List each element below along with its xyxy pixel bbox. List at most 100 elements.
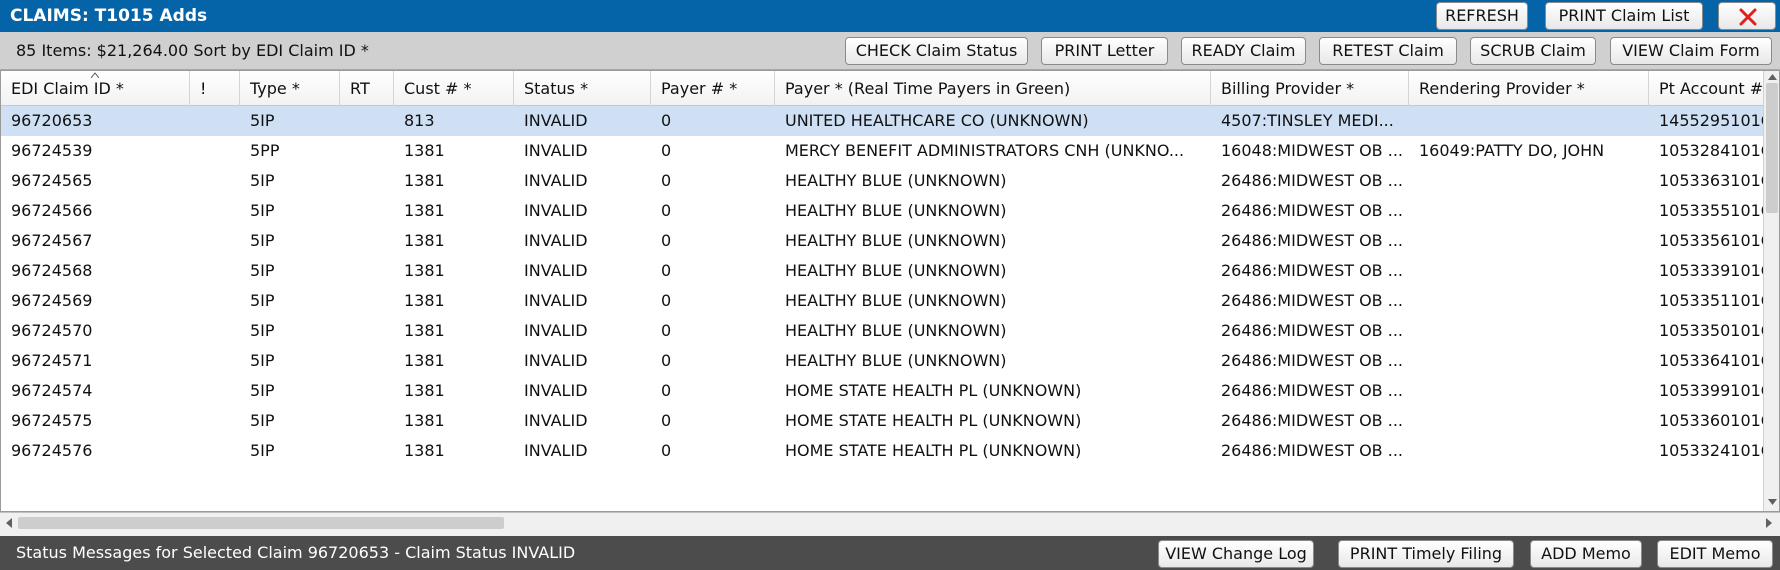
cell-type: 5IP [250,261,275,280]
cell-edi-claim-id: 96724566 [11,201,93,220]
cell-payer: HOME STATE HEALTH PL (UNKNOWN) [785,441,1082,460]
horizontal-scroll-thumb[interactable] [18,517,504,529]
cell-rt [340,136,394,166]
cell-rendering-provider [1409,376,1649,406]
cell-status: INVALID [524,171,588,190]
cell-payer-number: 0 [661,351,672,370]
cell-billing-provider: 26486:MIDWEST OB ... [1221,321,1403,340]
col-header-rendering-provider[interactable]: Rendering Provider * [1409,71,1649,106]
cell-pt-account: 1053350101C [1659,321,1765,340]
cell-edi-claim-id: 96724574 [11,381,93,400]
col-header-payer-number[interactable]: Payer # * [651,71,775,106]
col-header-edi-claim-id[interactable]: EDI Claim ID * [1,71,190,106]
retest-claim-button[interactable]: RETEST Claim [1319,37,1457,65]
cell-rendering-provider [1409,196,1649,226]
table-row[interactable]: 96724569 5IP 1381 INVALID 0 HEALTHY BLUE (UNK… [1,286,1765,316]
table-row[interactable]: 96724576 5IP 1381 INVALID 0 HOME STATE HEALTH… [1,436,1765,466]
table-row[interactable]: 96724566 5IP 1381 INVALID 0 HEALTHY BLUE (UNK… [1,196,1765,226]
table-row[interactable]: 96724568 5IP 1381 INVALID 0 HEALTHY BLUE (UNK… [1,256,1765,286]
cell-flag [190,106,240,136]
cell-cust-number: 1381 [404,321,445,340]
cell-billing-provider: 4507:TINSLEY MEDI... [1221,111,1394,130]
print-claim-list-button[interactable]: PRINT Claim List [1545,2,1703,30]
cell-rt [340,256,394,286]
cell-type: 5IP [250,111,275,130]
cell-payer-number: 0 [661,441,672,460]
cell-flag [190,316,240,346]
col-header-flag[interactable]: ! [190,71,240,106]
cell-flag [190,196,240,226]
cell-cust-number: 1381 [404,141,445,160]
col-header-rt[interactable]: RT [340,71,394,106]
cell-flag [190,406,240,436]
refresh-button[interactable]: REFRESH [1436,2,1528,30]
grid-header: EDI Claim ID * ! Type * RT Cust # * Stat… [1,71,1779,106]
cell-rt [340,166,394,196]
cell-pt-account: 1053363101C [1659,171,1765,190]
col-header-cust-number[interactable]: Cust # * [394,71,514,106]
add-memo-button[interactable]: ADD Memo [1530,540,1642,568]
window-title: CLAIMS: T1015 Adds [10,6,208,26]
cell-status: INVALID [524,291,588,310]
cell-billing-provider: 26486:MIDWEST OB ... [1221,201,1403,220]
cell-billing-provider: 26486:MIDWEST OB ... [1221,381,1403,400]
ready-claim-button[interactable]: READY Claim [1181,37,1306,65]
cell-payer: HEALTHY BLUE (UNKNOWN) [785,351,1007,370]
cell-type: 5IP [250,231,275,250]
cell-payer: HEALTHY BLUE (UNKNOWN) [785,261,1007,280]
cell-billing-provider: 16048:MIDWEST OB ... [1221,141,1403,160]
horizontal-scrollbar[interactable] [0,512,1780,532]
cell-payer-number: 0 [661,291,672,310]
col-header-pt-account[interactable]: Pt Account # [1649,71,1765,106]
cell-rendering-provider [1409,226,1649,256]
scroll-down-icon[interactable] [1768,499,1777,506]
print-letter-button[interactable]: PRINT Letter [1041,37,1168,65]
cell-rt [340,436,394,466]
cell-payer: MERCY BENEFIT ADMINISTRATORS CNH (UNKNO.… [785,141,1185,160]
cell-status: INVALID [524,231,588,250]
cell-edi-claim-id: 96720653 [11,111,93,130]
col-header-status[interactable]: Status * [514,71,651,106]
scrub-claim-button[interactable]: SCRUB Claim [1470,37,1596,65]
edit-memo-button[interactable]: EDIT Memo [1657,540,1773,568]
table-row[interactable]: 96724570 5IP 1381 INVALID 0 HEALTHY BLUE (UNK… [1,316,1765,346]
scroll-up-icon[interactable] [1768,73,1777,80]
cell-status: INVALID [524,261,588,280]
cell-pt-account: 1053339101C [1659,261,1765,280]
view-change-log-button[interactable]: VIEW Change Log [1158,540,1314,568]
scroll-right-icon[interactable] [1766,518,1773,528]
cell-cust-number: 1381 [404,411,445,430]
vertical-scroll-thumb[interactable] [1766,83,1778,213]
cell-cust-number: 1381 [404,261,445,280]
table-row[interactable]: 96724565 5IP 1381 INVALID 0 HEALTHY BLUE (UNK… [1,166,1765,196]
cell-payer: HOME STATE HEALTH PL (UNKNOWN) [785,381,1082,400]
view-claim-form-button[interactable]: VIEW Claim Form [1610,37,1772,65]
cell-cust-number: 1381 [404,171,445,190]
cell-payer-number: 0 [661,321,672,340]
cell-flag [190,256,240,286]
table-row[interactable]: 96724539 5PP 1381 INVALID 0 MERCY BENEFIT ADM… [1,136,1765,166]
scroll-left-icon[interactable] [5,518,12,528]
title-bar: CLAIMS: T1015 Adds REFRESH PRINT Claim L… [0,0,1780,32]
cell-edi-claim-id: 96724569 [11,291,93,310]
table-row[interactable]: 96724574 5IP 1381 INVALID 0 HOME STATE HEALTH… [1,376,1765,406]
cell-rendering-provider: 16049:PATTY DO, JOHN [1419,141,1605,160]
cell-cust-number: 1381 [404,441,445,460]
col-header-payer[interactable]: Payer * (Real Time Payers in Green) [775,71,1211,106]
table-row[interactable]: 96724567 5IP 1381 INVALID 0 HEALTHY BLUE (UNK… [1,226,1765,256]
table-row[interactable]: 96724575 5IP 1381 INVALID 0 HOME STATE HEALTH… [1,406,1765,436]
cell-status: INVALID [524,441,588,460]
close-button[interactable] [1718,2,1776,30]
cell-pt-account: 1053351101C [1659,291,1765,310]
table-row[interactable]: 96724571 5IP 1381 INVALID 0 HEALTHY BLUE (UNK… [1,346,1765,376]
col-header-billing-provider[interactable]: Billing Provider * [1211,71,1409,106]
print-timely-filing-button[interactable]: PRINT Timely Filing [1338,540,1514,568]
cell-pt-account: 1455295101C [1659,111,1765,130]
cell-cust-number: 1381 [404,201,445,220]
cell-status: INVALID [524,381,588,400]
col-header-type[interactable]: Type * [240,71,340,106]
check-claim-status-button[interactable]: CHECK Claim Status [845,37,1028,65]
vertical-scrollbar[interactable] [1763,71,1779,511]
table-row[interactable]: 96720653 5IP 813 INVALID 0 UNITED HEALTHCARE … [1,106,1765,136]
status-messages-bar: Status Messages for Selected Claim 96720… [0,536,1780,570]
